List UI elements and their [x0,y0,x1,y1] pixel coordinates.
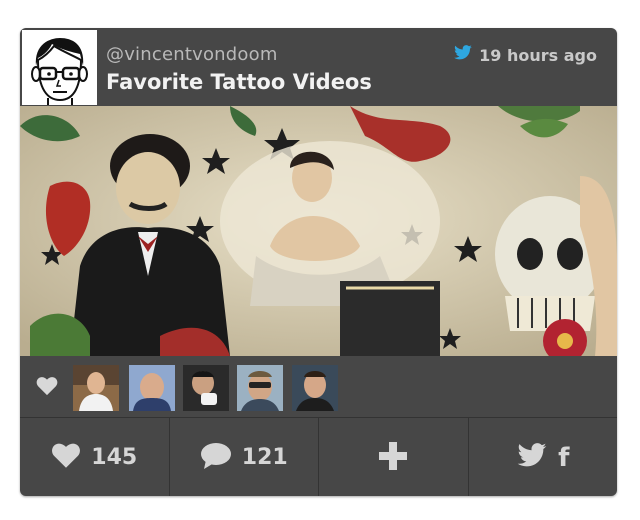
liker-avatar[interactable] [129,365,175,411]
comment-count: 121 [241,445,288,470]
liker-avatar[interactable] [292,365,338,411]
action-bar: 145 121 f [20,417,617,496]
likers-strip [20,356,617,416]
like-count: 145 [91,445,138,470]
speech-bubble-icon [200,442,232,474]
share-button[interactable]: f [469,418,618,496]
liker-avatar[interactable] [183,365,229,411]
video-title: Favorite Tattoo Videos [106,70,372,94]
comment-button[interactable]: 121 [170,418,319,496]
twitter-icon [516,442,548,473]
facebook-icon: f [558,442,570,473]
twitter-bird-icon [453,45,473,65]
video-thumbnail[interactable] [20,106,617,356]
video-card: @vincentvondoom Favorite Tattoo Videos 1… [20,28,617,496]
heart-icon [36,376,58,400]
user-avatar[interactable] [22,30,97,105]
user-handle[interactable]: @vincentvondoom [106,44,278,65]
timestamp-group: 19 hours ago [453,45,597,65]
liker-avatar[interactable] [237,365,283,411]
card-header: @vincentvondoom Favorite Tattoo Videos 1… [20,28,617,106]
like-button[interactable]: 145 [20,418,170,496]
plus-icon [379,441,408,474]
post-time: 19 hours ago [479,45,597,65]
add-button[interactable] [319,418,469,496]
liker-avatar[interactable] [73,365,119,411]
heart-icon [51,442,81,473]
